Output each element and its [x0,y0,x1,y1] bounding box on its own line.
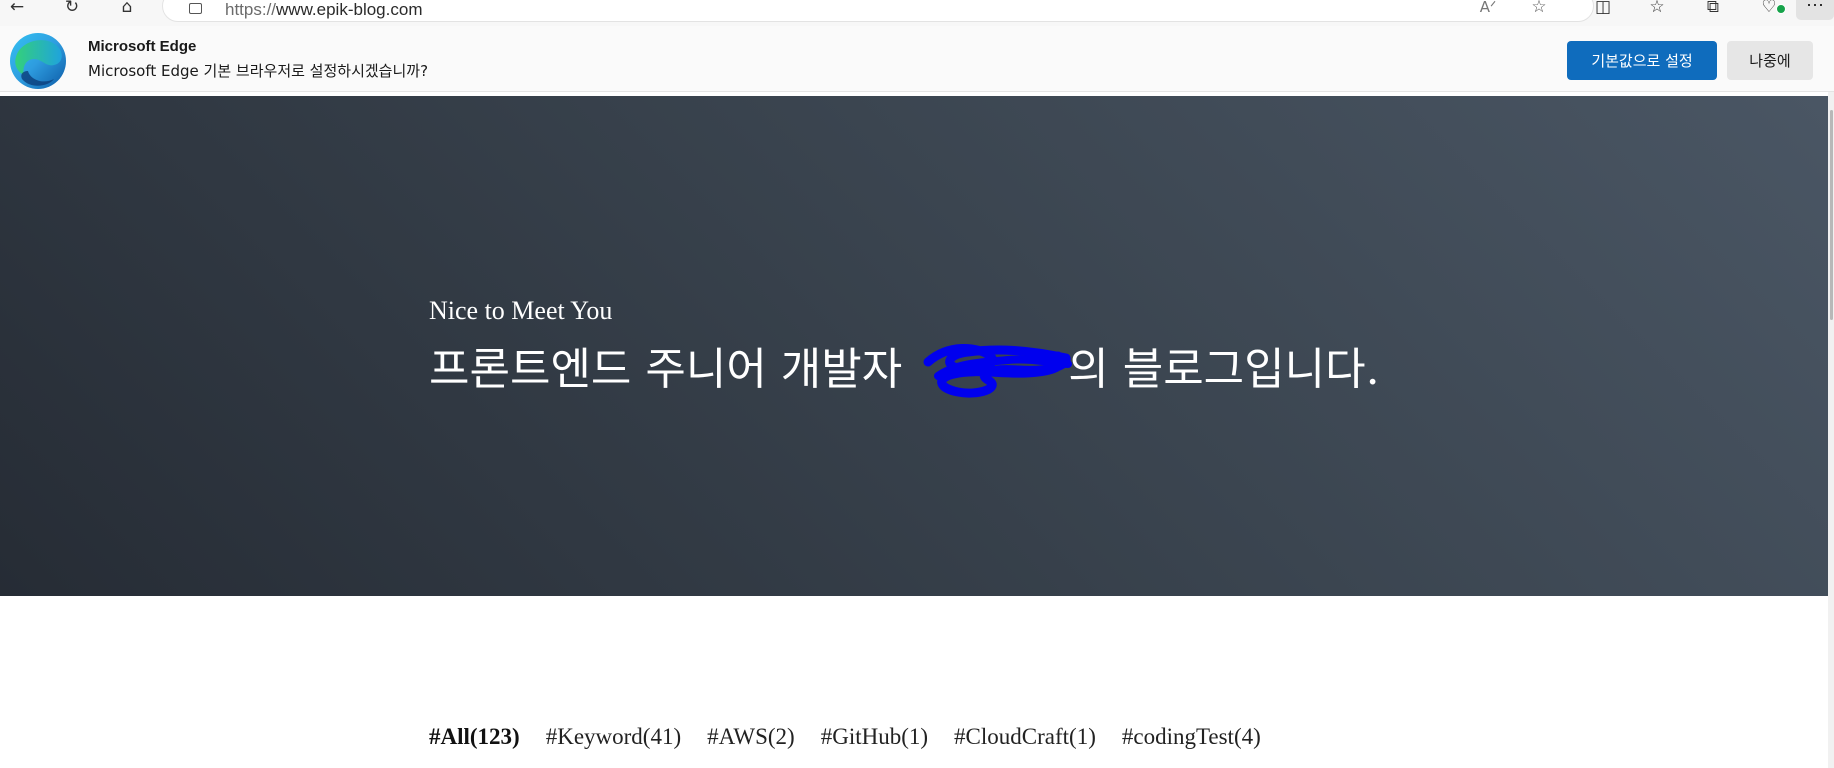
tag-aws[interactable]: #AWS(2) [707,724,795,750]
tag-filter-list: #All(123) #Keyword(41) #AWS(2) #GitHub(1… [429,724,1261,750]
browser-toolbar: ← ↻ ⌂ https://www.epik-blog.com Aᐟ ☆ ◫ ☆… [0,0,1834,26]
url-text[interactable]: https://www.epik-blog.com [225,0,422,20]
site-info-icon[interactable] [189,3,202,14]
tag-keyword[interactable]: #Keyword(41) [546,724,681,750]
hero-subtitle: Nice to Meet You [429,296,613,325]
favorites-icon[interactable]: ☆ [1646,0,1668,18]
home-icon[interactable]: ⌂ [116,0,138,18]
address-bar[interactable]: https://www.epik-blog.com Aᐟ ☆ [162,0,1594,22]
later-button[interactable]: 나중에 [1727,41,1813,80]
more-icon[interactable]: ⋯ [1796,0,1834,20]
edge-logo-icon [10,33,66,89]
refresh-icon[interactable]: ↻ [61,0,83,18]
status-dot-icon [1776,4,1786,14]
hero-title-after: 의 블로그입니다. [1068,344,1380,395]
favorite-star-icon[interactable]: ☆ [1528,0,1550,18]
infobar-message: Microsoft Edge 기본 브라우저로 설정하시겠습니까? [88,62,429,80]
url-scheme: https:// [225,0,277,19]
url-host: www.epik-blog.com [276,0,423,19]
collections-icon[interactable]: ⧉ [1702,0,1724,18]
infobar-title: Microsoft Edge [88,38,197,55]
hero-title: 프론트엔드 주니어 개발자 의 블로그입니다. [429,333,1380,397]
scrollbar-thumb[interactable] [1830,110,1833,320]
tag-codingtest[interactable]: #codingTest(4) [1122,724,1261,750]
tag-cloudcraft[interactable]: #CloudCraft(1) [954,724,1096,750]
set-default-button[interactable]: 기본값으로 설정 [1567,41,1717,80]
split-screen-icon[interactable]: ◫ [1592,0,1614,18]
tag-all[interactable]: #All(123) [429,724,520,750]
hero-banner: Nice to Meet You 프론트엔드 주니어 개발자 의 블로그입니다. [0,96,1828,596]
hero-title-before: 프론트엔드 주니어 개발자 [429,344,917,395]
default-browser-infobar: Microsoft Edge Microsoft Edge 기본 브라우저로 설… [0,26,1834,92]
redaction-scribble [923,343,1072,398]
read-aloud-icon[interactable]: Aᐟ [1477,0,1499,18]
tag-github[interactable]: #GitHub(1) [821,724,928,750]
back-icon[interactable]: ← [6,0,28,18]
